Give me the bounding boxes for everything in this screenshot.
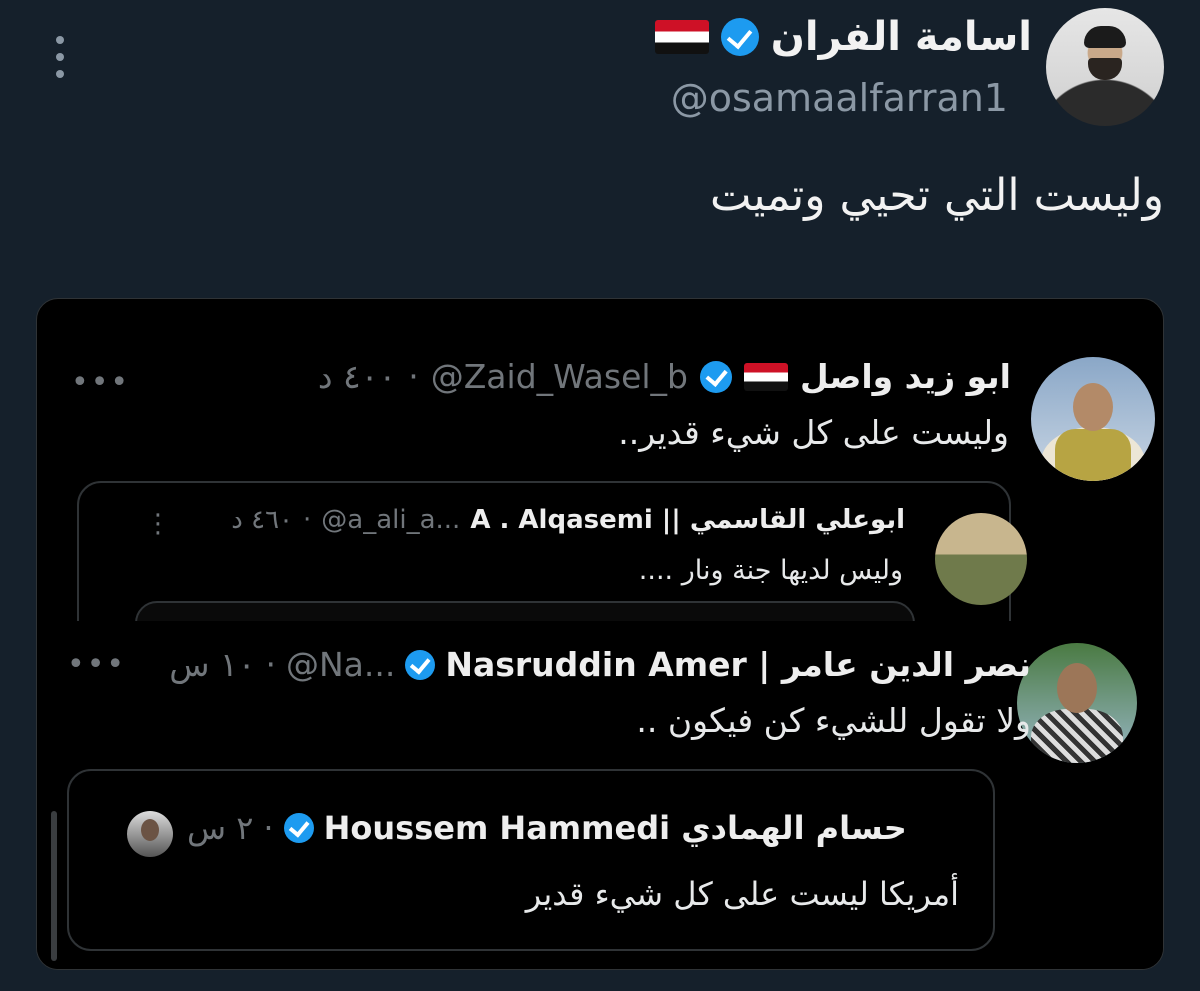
more-vertical-icon: ⋮ [145,509,171,539]
abu-time: ٤٦٠ د [231,505,294,535]
abu-handle: @a_ali_a... [321,505,461,535]
zaid-time: ٤٠٠ د [317,357,397,396]
zaid-handle: @Zaid_Wasel_b [430,357,688,396]
houssem-avatar [127,811,173,857]
overlay-tweet: نصر الدين عامر | Nasruddin Amer @Na... ·… [37,621,1163,969]
houssem-header: حسام الهمادي Houssem Hammedi · ٢ س [187,809,907,847]
author-handle[interactable]: @osamaalfarran1 [671,76,1008,120]
nasr-header: نصر الدين عامر | Nasruddin Amer @Na... ·… [169,645,1031,684]
houssem-name: حسام الهمادي Houssem Hammedi [323,809,907,847]
more-horizontal-icon: ••• [67,647,127,682]
nasr-time: ١٠ س [169,645,256,684]
yemen-flag-icon [654,20,709,54]
tweet-text: وليست التي تحيي وتميت [710,170,1164,221]
more-vertical-icon[interactable] [48,36,72,78]
nasr-text: ولا تقول للشيء كن فيكون .. [636,701,1031,740]
zaid-text: وليست على كل شيء قدير.. [618,413,1009,452]
houssem-separator: · [263,809,274,847]
houssem-time: ٢ س [187,809,254,847]
zaid-avatar [1031,357,1155,481]
verified-badge-icon [700,360,732,393]
houssem-text: أمريكا ليست على كل شيء قدير [525,875,959,913]
nasr-separator: · [265,645,276,684]
abu-separator: · [303,505,312,535]
embedded-screenshot[interactable]: ابو زيد واصل @Zaid_Wasel_b · ٤٠٠ د ••• و… [36,298,1164,970]
author-avatar[interactable] [1046,8,1164,126]
abu-text: وليس لديها جنة ونار .... [638,555,903,586]
scrollbar [51,811,57,961]
abu-header: ابوعلي القاسمي || A . Alqasemi @a_ali_a.… [231,505,905,535]
author-name[interactable]: اسامة الفران [771,14,1032,60]
abu-avatar [935,513,1027,605]
more-horizontal-icon: ••• [71,365,131,400]
zaid-separator: · [408,357,419,396]
author-name-row[interactable]: اسامة الفران [654,14,1032,60]
quoted-card-houssem: حسام الهمادي Houssem Hammedi · ٢ س أمريك… [67,769,995,951]
nasr-avatar [1017,643,1137,763]
verified-badge-icon [405,649,436,680]
zaid-name: ابو زيد واصل [800,357,1011,396]
nasr-handle: @Na... [285,645,396,684]
verified-badge-icon [283,813,314,843]
abu-name: ابوعلي القاسمي || A . Alqasemi [470,505,905,535]
verified-badge-icon [720,18,759,56]
zaid-header: ابو زيد واصل @Zaid_Wasel_b · ٤٠٠ د [318,357,1011,396]
nasr-name: نصر الدين عامر | Nasruddin Amer [445,645,1031,684]
yemen-flag-icon [744,362,788,391]
